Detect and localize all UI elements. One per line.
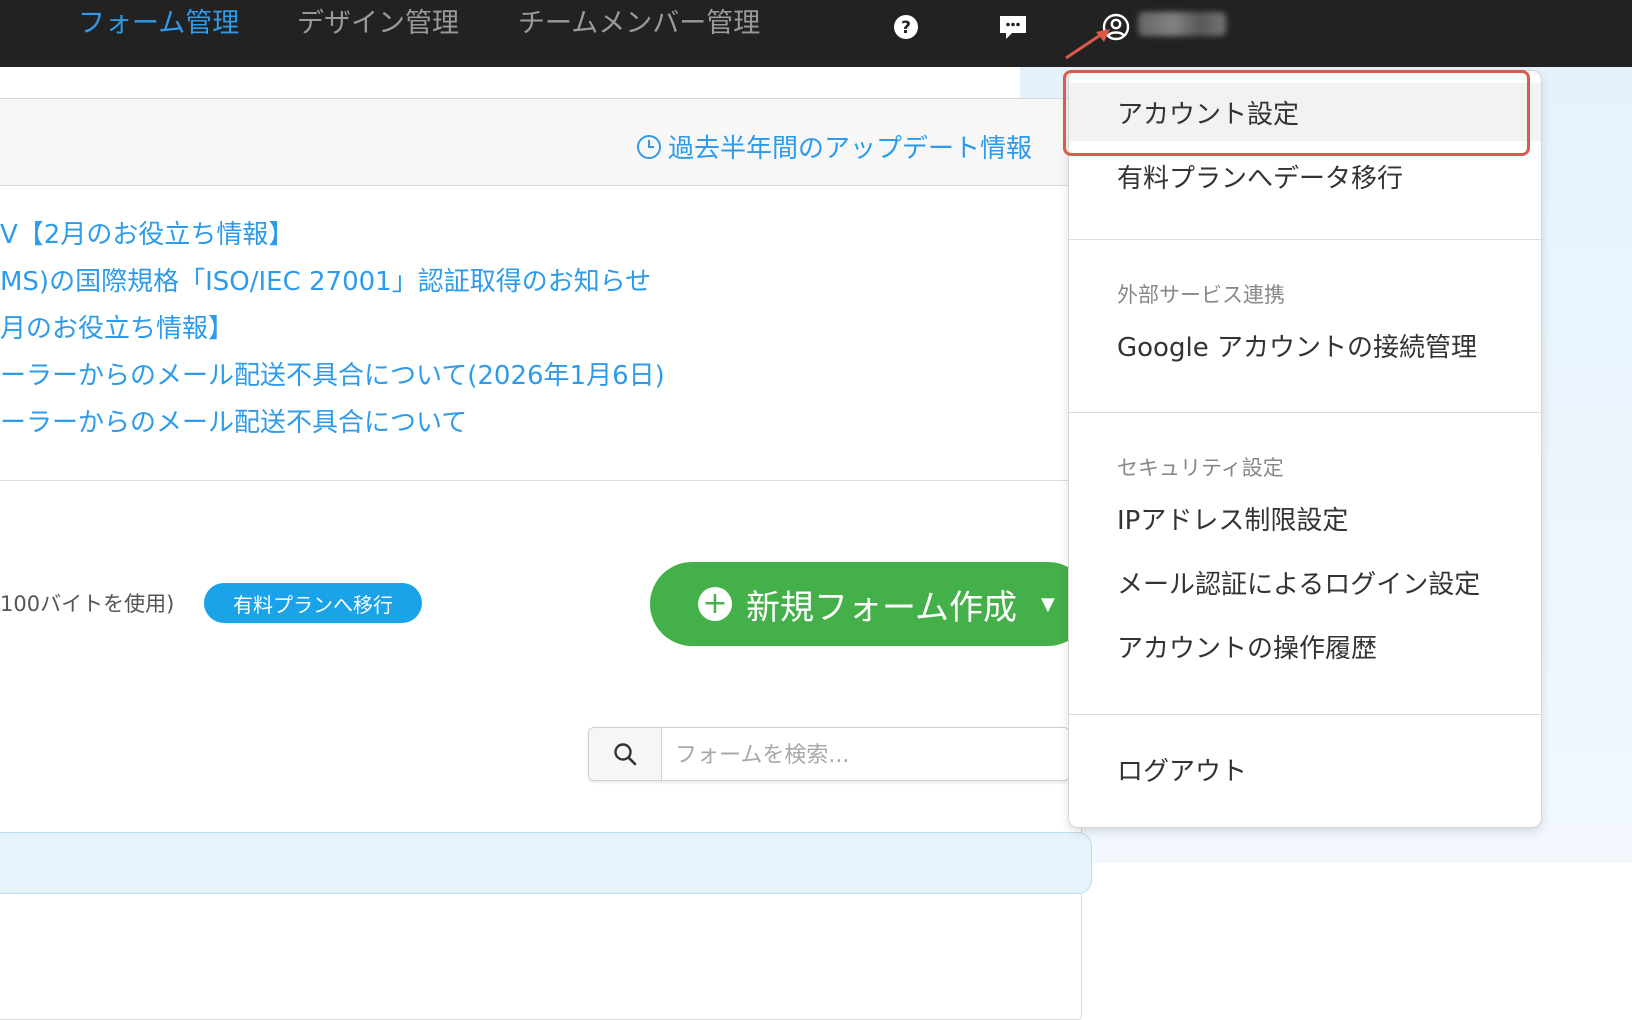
search-button[interactable] [589, 728, 662, 780]
update-history-label: 過去半年間のアップデート情報 [668, 134, 1033, 164]
update-history-link[interactable]: 過去半年間のアップデート情報 [636, 128, 1032, 165]
search-icon [614, 743, 637, 766]
menu-item-email-login[interactable]: メール認証によるログイン設定 [1069, 553, 1541, 611]
tab-design-management[interactable]: デザイン管理 [297, 8, 459, 40]
svg-text:?: ? [901, 18, 911, 38]
menu-item-google-connect[interactable]: Google アカウントの接続管理 [1069, 316, 1541, 374]
form-search [588, 727, 1070, 781]
section-divider [0, 480, 1080, 481]
plus-icon: + [698, 587, 732, 621]
help-icon[interactable]: ? [891, 12, 921, 42]
menu-item-logout[interactable]: ログアウト [1069, 740, 1541, 798]
tab-form-management[interactable]: フォーム管理 [78, 8, 239, 40]
usage-text: 100バイトを使用) [0, 592, 175, 616]
form-list-panel [0, 832, 1092, 894]
user-name-blurred[interactable] [1138, 12, 1226, 36]
menu-item-account-settings[interactable]: アカウント設定 [1069, 83, 1541, 141]
new-form-button[interactable]: + 新規フォーム作成 ▼ [650, 562, 1090, 646]
menu-item-ip-restriction[interactable]: IPアドレス制限設定 [1069, 489, 1541, 547]
account-dropdown-menu: アカウント設定 有料プランへデータ移行 外部サービス連携 Google アカウン… [1068, 70, 1542, 828]
menu-item-migrate-paid-plan[interactable]: 有料プランへデータ移行 [1069, 147, 1541, 205]
annotation-arrow-icon [1065, 29, 1110, 60]
news-item[interactable]: ーラーからのメール配送不具合について [0, 406, 1000, 453]
news-item[interactable]: ーラーからのメール配送不具合について(2026年1月6日) [0, 359, 1000, 406]
news-list: V【2月のお役立ち情報】 MS)の国際規格「ISO/IEC 27001」認証取得… [0, 218, 1000, 453]
menu-item-operation-history[interactable]: アカウントの操作履歴 [1069, 617, 1541, 675]
menu-divider [1069, 714, 1541, 715]
chat-icon[interactable] [998, 12, 1028, 42]
clock-icon [637, 134, 661, 159]
menu-divider [1069, 239, 1541, 240]
news-item[interactable]: 月のお役立ち情報】 [0, 312, 1000, 359]
new-form-label: 新規フォーム作成 [746, 587, 1017, 628]
menu-divider [1069, 412, 1541, 413]
tab-team-member-management[interactable]: チームメンバー管理 [518, 8, 760, 40]
chevron-down-icon: ▼ [1040, 593, 1055, 615]
upgrade-plan-button[interactable]: 有料プランへ移行 [204, 583, 422, 623]
section-security: セキュリティ設定 [1117, 456, 1284, 480]
top-navigation-bar: フォーム管理 デザイン管理 チームメンバー管理 ? [0, 0, 1632, 67]
news-item[interactable]: MS)の国際規格「ISO/IEC 27001」認証取得のお知らせ [0, 265, 1000, 312]
news-item[interactable]: V【2月のお役立ち情報】 [0, 218, 1000, 265]
search-input[interactable] [673, 740, 1057, 770]
section-external-services: 外部サービス連携 [1117, 283, 1285, 307]
